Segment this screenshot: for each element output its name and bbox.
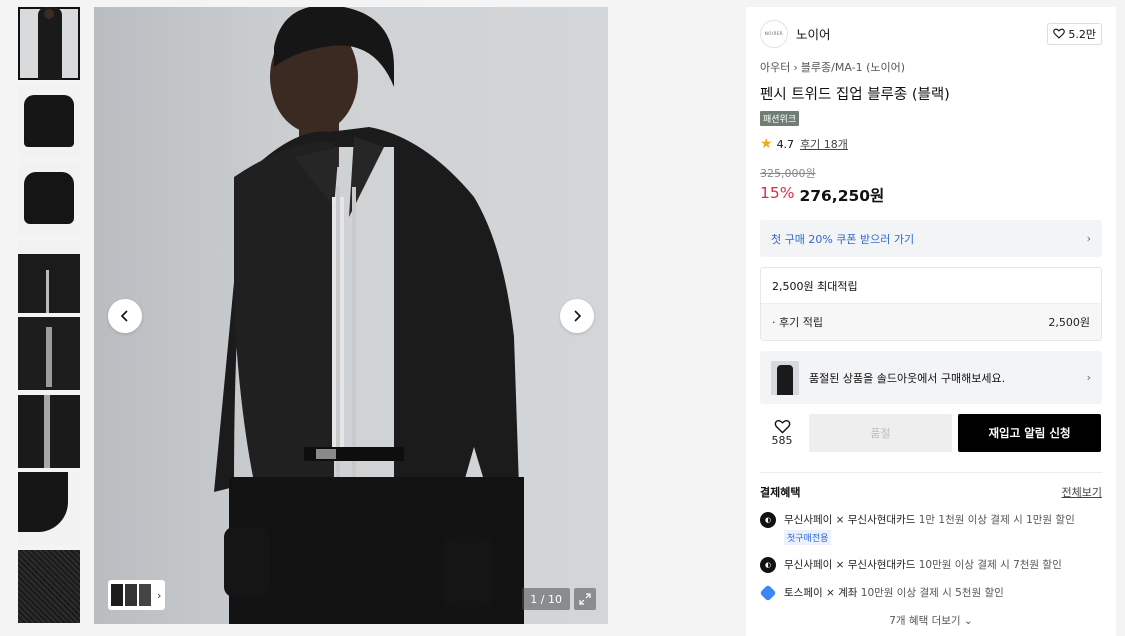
main-product-image: › 1 / 10 bbox=[94, 7, 608, 624]
soldout-thumbnail bbox=[771, 360, 799, 395]
toss-pay-icon bbox=[759, 584, 777, 602]
expand-icon[interactable] bbox=[574, 588, 596, 610]
breadcrumb-level1[interactable]: 아우터 bbox=[760, 59, 790, 75]
benefit-main: 무신사페이 × 무신사현대카드 bbox=[784, 559, 916, 571]
chevron-left-icon bbox=[120, 310, 128, 322]
soldout-button: 품절 bbox=[809, 414, 952, 452]
purchase-actions: 585 품절 재입고 알림 신청 bbox=[760, 414, 1102, 452]
brand-name[interactable]: 노이어 bbox=[796, 24, 831, 43]
benefit-item: ◐ 무신사페이 × 무신사현대카드 10만원 이상 결제 시 7천원 할인 bbox=[760, 557, 1102, 573]
points-row-value: 2,500원 bbox=[1048, 316, 1090, 329]
sale-price: 276,250원 bbox=[799, 187, 885, 205]
divider bbox=[760, 472, 1102, 473]
points-box: 2,500원 최대적립 · 후기 적립 2,500원 bbox=[760, 267, 1102, 341]
mini-thumb bbox=[125, 584, 137, 606]
chevron-right-icon: › bbox=[1086, 232, 1091, 245]
benefits-title: 결제혜택 bbox=[760, 486, 801, 499]
product-title: 펜시 트위드 집업 블루종 (블랙) bbox=[760, 87, 950, 103]
more-benefits-button[interactable]: 7개 혜택 더보기 ⌄ bbox=[760, 613, 1102, 628]
reviews-link[interactable]: 후기 18개 bbox=[800, 136, 848, 152]
rating-row: ★ 4.7 후기 18개 bbox=[760, 136, 1102, 152]
rating-value: 4.7 bbox=[776, 137, 795, 151]
coupon-banner[interactable]: 첫 구매 20% 쿠폰 받으러 가기 › bbox=[760, 220, 1102, 257]
wishlist-button[interactable]: 585 bbox=[760, 419, 804, 447]
benefit-item: 토스페이 × 계좌 10만원 이상 결제 시 5천원 할인 bbox=[759, 584, 1102, 602]
thumbnail[interactable] bbox=[18, 472, 80, 545]
price-row: 15% 276,250원 bbox=[760, 184, 1102, 206]
chevron-down-icon: ⌄ bbox=[963, 615, 973, 627]
brand-logo[interactable]: NOIRER bbox=[760, 19, 788, 48]
benefits-header: 결제혜택 전체보기 bbox=[760, 484, 1102, 500]
breadcrumb-level2[interactable]: 블루종/MA-1 (노이어) bbox=[801, 59, 905, 75]
benefit-item: ◐ 무신사페이 × 무신사현대카드 1만 1천원 이상 결제 시 1만원 할인 … bbox=[760, 512, 1102, 545]
chevron-right-icon: › bbox=[1086, 371, 1091, 384]
status-badge: 패션위크 bbox=[760, 111, 800, 126]
thumbnail-strip-toggle[interactable]: › bbox=[108, 580, 165, 610]
brand-row: NOIRER 노이어 5.2만 bbox=[760, 10, 1102, 57]
brand-like-count: 5.2만 bbox=[1068, 27, 1096, 41]
brand-like-button[interactable]: 5.2만 bbox=[1047, 22, 1102, 45]
mini-thumb bbox=[111, 584, 123, 606]
thumbnail[interactable] bbox=[18, 549, 80, 623]
benefit-main: 무신사페이 × 무신사현대카드 bbox=[784, 514, 916, 526]
thumbnail-list bbox=[18, 7, 80, 627]
musinsa-card-icon: ◐ bbox=[760, 557, 776, 573]
benefit-main: 토스페이 × 계좌 bbox=[784, 587, 858, 599]
breadcrumb: 아우터 › 블루종/MA-1 (노이어) bbox=[760, 59, 1102, 75]
discount-rate: 15% bbox=[760, 184, 795, 202]
benefit-detail: 1만 1천원 이상 결제 시 1만원 할인 bbox=[918, 514, 1075, 526]
original-price: 325,000원 bbox=[760, 167, 816, 180]
points-row-label: · 후기 적립 bbox=[772, 316, 823, 329]
soldout-label: 품절된 상품을 솔드아웃에서 구매해보세요. bbox=[809, 371, 1006, 385]
more-benefits-label: 7개 혜택 더보기 bbox=[889, 615, 961, 627]
thumbnail[interactable] bbox=[18, 162, 80, 235]
image-counter: 1 / 10 bbox=[522, 588, 570, 610]
points-row: · 후기 적립 2,500원 bbox=[761, 304, 1101, 340]
restock-alert-button[interactable]: 재입고 알림 신청 bbox=[958, 414, 1101, 452]
heart-icon bbox=[1053, 28, 1066, 39]
benefit-detail: 10만원 이상 결제 시 5천원 할인 bbox=[860, 587, 1004, 599]
wishlist-count: 585 bbox=[771, 434, 793, 447]
chevron-right-icon: › bbox=[793, 60, 798, 74]
thumbnail[interactable] bbox=[18, 84, 80, 158]
star-icon: ★ bbox=[760, 136, 773, 152]
benefits-view-all-link[interactable]: 전체보기 bbox=[1062, 484, 1102, 500]
thumbnail[interactable] bbox=[18, 317, 80, 390]
soldout-banner[interactable]: 품절된 상품을 솔드아웃에서 구매해보세요. › bbox=[760, 351, 1102, 404]
previous-image-button[interactable] bbox=[108, 299, 142, 333]
model-photo bbox=[214, 7, 524, 624]
thumbnail[interactable] bbox=[18, 7, 80, 80]
chevron-right-icon: › bbox=[157, 588, 162, 602]
thumbnail[interactable] bbox=[18, 394, 80, 468]
benefit-detail: 10만원 이상 결제 시 7천원 할인 bbox=[918, 559, 1062, 571]
product-page: › 1 / 10 NOIRER 노이어 5.2만 아우터 › 블루종/MA-1 … bbox=[0, 0, 1125, 636]
musinsa-card-icon: ◐ bbox=[760, 512, 776, 528]
benefit-tag: 첫구매전용 bbox=[784, 530, 832, 545]
mini-thumb bbox=[139, 584, 151, 606]
chevron-right-icon bbox=[574, 310, 582, 322]
coupon-label: 첫 구매 20% 쿠폰 받으러 가기 bbox=[771, 232, 915, 246]
thumbnail[interactable] bbox=[18, 239, 80, 313]
next-image-button[interactable] bbox=[560, 299, 594, 333]
heart-icon bbox=[774, 420, 790, 434]
product-info-panel: NOIRER 노이어 5.2만 아우터 › 블루종/MA-1 (노이어) 펜시 … bbox=[746, 7, 1116, 636]
points-header: 2,500원 최대적립 bbox=[761, 268, 1101, 304]
